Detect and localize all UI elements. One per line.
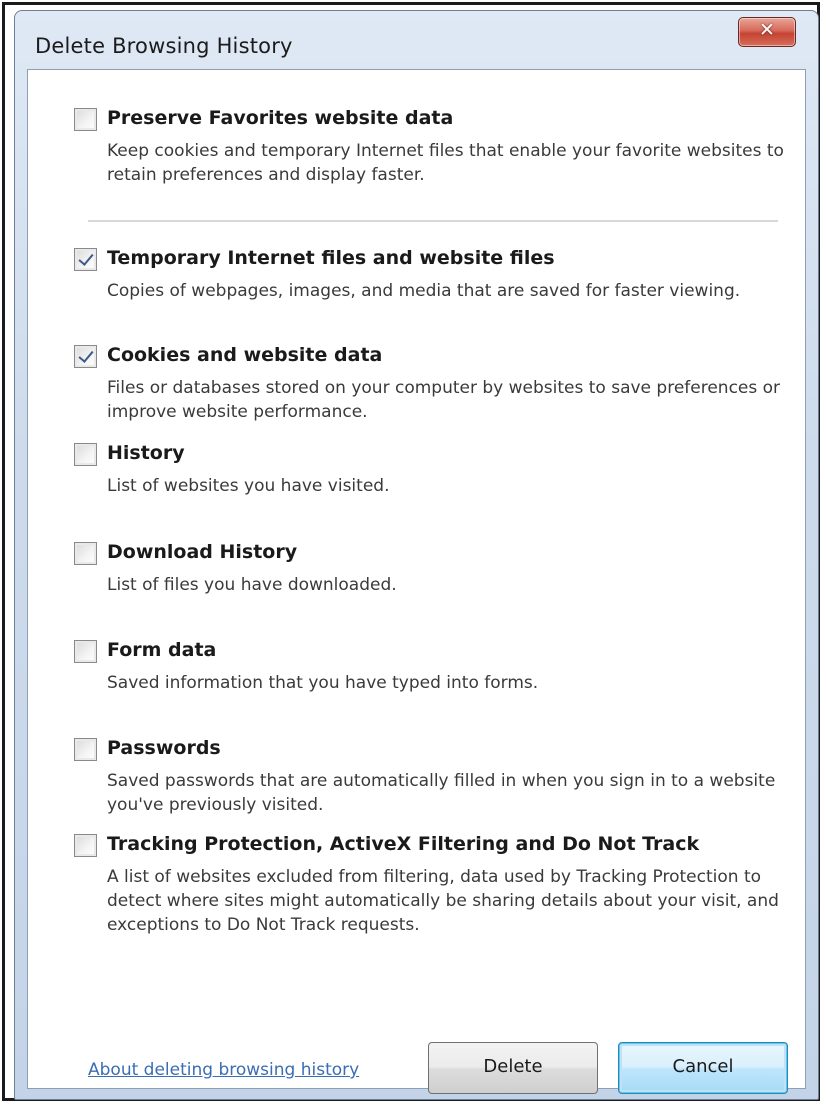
option-title: Preserve Favorites website data bbox=[107, 107, 454, 129]
option-title: Temporary Internet files and website fil… bbox=[107, 247, 555, 269]
tracking-protection-checkbox[interactable] bbox=[74, 834, 97, 857]
option-description: List of websites you have visited. bbox=[107, 476, 390, 496]
download-history-checkbox[interactable] bbox=[74, 542, 97, 565]
history-checkbox[interactable] bbox=[74, 443, 97, 466]
delete-browsing-history-dialog: Delete Browsing History ✕ Preserve Favor… bbox=[14, 10, 819, 1100]
option-description: Files or databases stored on your comput… bbox=[107, 378, 781, 422]
option-description: Saved information that you have typed in… bbox=[107, 673, 539, 693]
option-title: Passwords bbox=[107, 737, 221, 759]
delete-button[interactable]: Delete bbox=[428, 1042, 598, 1094]
option-description: Copies of webpages, images, and media th… bbox=[107, 281, 741, 301]
dialog-content: Preserve Favorites website data Keep coo… bbox=[27, 69, 806, 1094]
passwords-checkbox[interactable] bbox=[74, 738, 97, 761]
cancel-button[interactable]: Cancel bbox=[618, 1042, 788, 1094]
form-data-checkbox[interactable] bbox=[74, 640, 97, 663]
option-title: History bbox=[107, 442, 185, 464]
option-title: Form data bbox=[107, 639, 217, 661]
cookies-checkbox[interactable] bbox=[74, 345, 97, 368]
option-title: Cookies and website data bbox=[107, 344, 383, 366]
title-bar[interactable]: Delete Browsing History ✕ bbox=[15, 11, 818, 69]
option-title: Tracking Protection, ActiveX Filtering a… bbox=[107, 833, 700, 855]
preserve-favorites-checkbox[interactable] bbox=[74, 108, 97, 131]
option-description: List of files you have downloaded. bbox=[107, 575, 397, 595]
dialog-title: Delete Browsing History bbox=[35, 34, 293, 58]
separator bbox=[88, 220, 778, 222]
temporary-files-checkbox[interactable] bbox=[74, 248, 97, 271]
close-icon: ✕ bbox=[759, 19, 775, 41]
option-description: Keep cookies and temporary Internet file… bbox=[107, 141, 784, 185]
option-description: Saved passwords that are automatically f… bbox=[107, 771, 776, 815]
close-button[interactable]: ✕ bbox=[738, 17, 796, 47]
option-title: Download History bbox=[107, 541, 298, 563]
about-deleting-history-link[interactable]: About deleting browsing history bbox=[88, 1060, 359, 1080]
option-description: A list of websites excluded from filteri… bbox=[107, 867, 779, 935]
